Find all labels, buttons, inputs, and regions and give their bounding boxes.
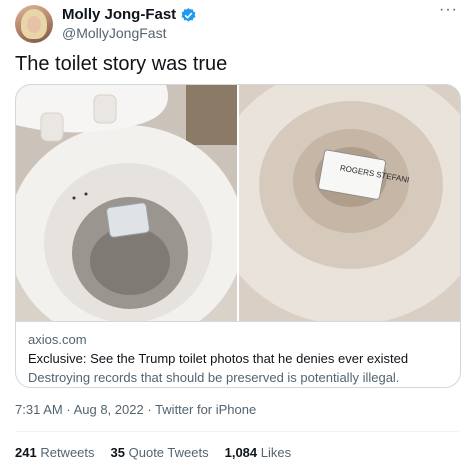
tweet-stats: 241 Retweets 35 Quote Tweets 1,084 Likes xyxy=(15,445,291,461)
retweets-label: Retweets xyxy=(40,445,95,460)
author-avatar[interactable] xyxy=(15,5,53,43)
tweet-date[interactable]: Aug 8, 2022 xyxy=(74,402,144,417)
meta-separator: · xyxy=(147,402,152,417)
author-name-row[interactable]: Molly Jong-Fast xyxy=(62,6,197,24)
card-footer[interactable]: axios.com Exclusive: See the Trump toile… xyxy=(16,321,460,387)
likes-count: 1,084 xyxy=(224,445,258,460)
link-card[interactable]: ROGERS STEFANI axios.com Exclusive: See … xyxy=(15,84,461,388)
author-name[interactable]: Molly Jong-Fast xyxy=(62,6,176,24)
retweets-stat[interactable]: 241 Retweets xyxy=(15,445,95,461)
verified-badge-icon xyxy=(180,7,197,24)
meta-separator: · xyxy=(66,402,71,417)
toilet-photo-left[interactable] xyxy=(16,85,237,321)
author-handle[interactable]: @MollyJongFast xyxy=(62,25,166,42)
quote-tweets-label: Quote Tweets xyxy=(128,445,209,460)
avatar-face xyxy=(27,16,41,33)
tweet-source[interactable]: Twitter for iPhone xyxy=(155,402,256,417)
tweet-meta: 7:31 AM · Aug 8, 2022 · Twitter for iPho… xyxy=(15,402,256,418)
toilet-photo-right[interactable]: ROGERS STEFANI xyxy=(239,85,460,321)
tweet-text: The toilet story was true xyxy=(15,53,228,75)
toilet-photo-left-illustration xyxy=(16,85,237,321)
card-photos[interactable]: ROGERS STEFANI xyxy=(16,85,460,321)
tweet-time[interactable]: 7:31 AM xyxy=(15,402,63,417)
quote-tweets-count: 35 xyxy=(110,445,125,460)
likes-label: Likes xyxy=(260,445,292,460)
divider xyxy=(15,431,459,432)
card-domain: axios.com xyxy=(28,332,87,347)
card-title[interactable]: Exclusive: See the Trump toilet photos t… xyxy=(28,350,448,367)
toilet-photo-right-illustration: ROGERS STEFANI xyxy=(239,85,460,321)
quote-tweets-stat[interactable]: 35 Quote Tweets xyxy=(111,445,209,461)
more-icon[interactable]: ··· xyxy=(439,2,458,18)
card-description: Destroying records that should be preser… xyxy=(28,370,400,385)
likes-stat[interactable]: 1,084 Likes xyxy=(225,445,292,461)
retweets-count: 241 xyxy=(15,445,37,460)
